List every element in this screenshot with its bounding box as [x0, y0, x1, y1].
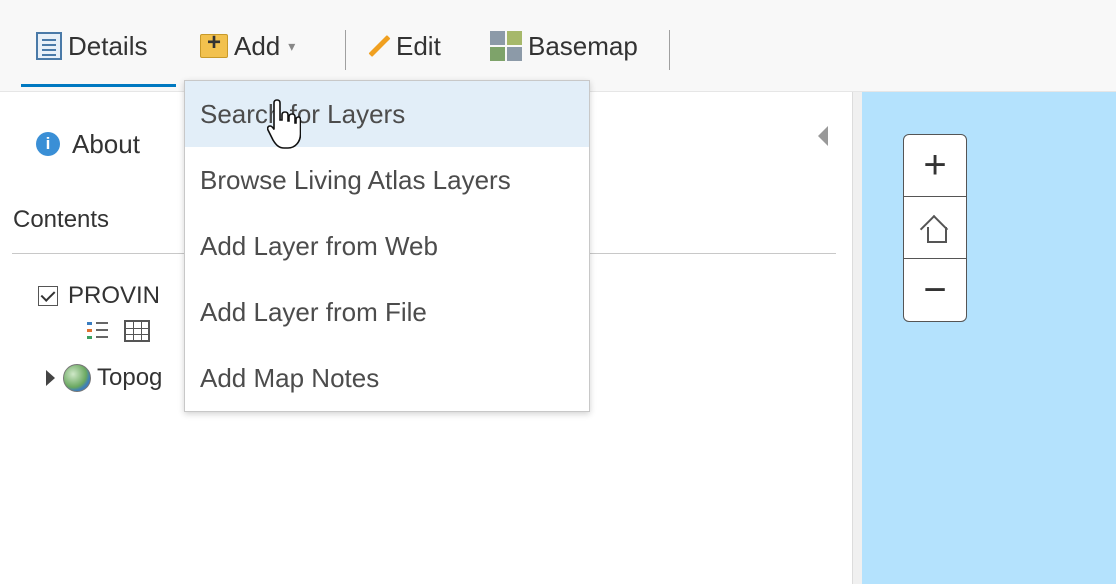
contents-heading: Contents: [13, 206, 110, 233]
layer-tools: [86, 316, 150, 346]
layer-visibility-checkbox[interactable]: [38, 286, 58, 306]
layer-item: PROVIN: [38, 281, 160, 311]
show-table-icon[interactable]: [124, 320, 150, 342]
basemap-label: Basemap: [528, 30, 638, 61]
add-label: Add: [234, 30, 281, 61]
details-icon: [36, 32, 62, 60]
toolbar: Details Add ▾ Edit Basemap: [0, 0, 1116, 92]
map-view[interactable]: [862, 92, 1116, 584]
add-dropdown-menu: Search for Layers Browse Living Atlas La…: [184, 80, 590, 412]
pencil-icon: [368, 35, 390, 57]
zoom-in-button[interactable]: +: [904, 135, 966, 197]
edit-button[interactable]: Edit: [368, 28, 441, 64]
active-tab-indicator: [21, 84, 176, 87]
add-button[interactable]: Add ▾: [200, 28, 295, 64]
home-icon: [920, 213, 950, 243]
about-button[interactable]: i About: [36, 126, 140, 162]
info-icon: i: [36, 132, 60, 156]
about-label: About: [72, 128, 140, 159]
menu-item-search-for-layers[interactable]: Search for Layers: [185, 81, 589, 147]
menu-item-add-layer-from-web[interactable]: Add Layer from Web: [185, 213, 589, 279]
home-button[interactable]: [904, 197, 966, 259]
toolbar-divider: [345, 30, 346, 70]
details-button[interactable]: Details: [36, 28, 147, 64]
layer-name[interactable]: PROVIN: [68, 282, 160, 310]
edit-label: Edit: [396, 30, 441, 61]
show-legend-icon[interactable]: [86, 319, 110, 343]
basemap-gallery-icon: [490, 31, 522, 61]
hand-cursor-icon: [267, 99, 301, 149]
menu-item-add-layer-from-file[interactable]: Add Layer from File: [185, 279, 589, 345]
panel-splitter[interactable]: [852, 92, 862, 584]
details-label: Details: [68, 30, 148, 61]
add-icon: [200, 29, 228, 58]
collapse-panel-icon[interactable]: [818, 126, 828, 146]
menu-item-add-map-notes[interactable]: Add Map Notes: [185, 345, 589, 411]
layer-item: Topog: [46, 362, 162, 394]
basemap-button[interactable]: Basemap: [490, 28, 638, 64]
chevron-down-icon: ▾: [288, 37, 296, 54]
toolbar-divider: [669, 30, 670, 70]
expand-arrow-icon[interactable]: [46, 370, 55, 386]
basemap-layer-name[interactable]: Topog: [97, 364, 162, 392]
globe-icon: [63, 364, 91, 392]
zoom-out-button[interactable]: −: [904, 259, 966, 321]
zoom-control: + −: [903, 134, 967, 322]
menu-item-browse-living-atlas-layers[interactable]: Browse Living Atlas Layers: [185, 147, 589, 213]
